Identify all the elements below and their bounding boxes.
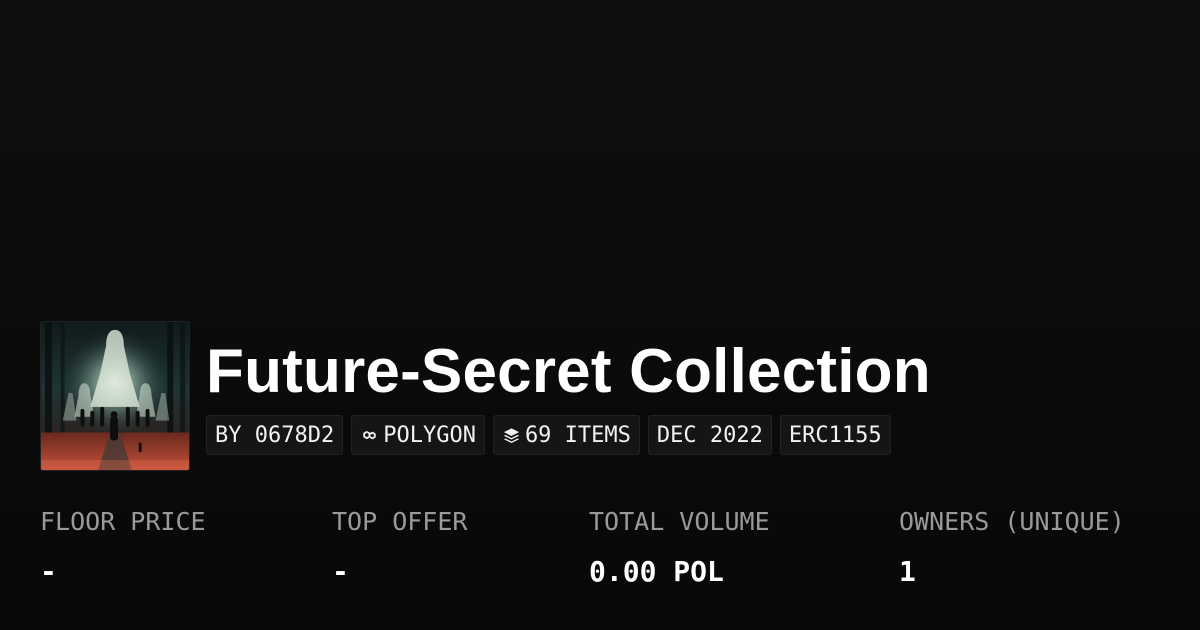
- total-volume-stat: TOTAL VOLUME 0.00 POL: [589, 504, 770, 590]
- total-volume-value: 0.00 POL: [589, 555, 724, 588]
- token-standard-label: ERC1155: [788, 422, 882, 448]
- polygon-icon: [363, 430, 376, 439]
- chain-chip[interactable]: POLYGON: [351, 415, 485, 455]
- chain-label: POLYGON: [383, 422, 476, 448]
- top-offer-stat: TOP OFFER -: [332, 504, 467, 590]
- layers-icon: [503, 427, 520, 443]
- top-offer-value: -: [332, 555, 349, 588]
- floor-price-label: FLOOR PRICE: [40, 507, 206, 536]
- collection-og-card: Future-Secret Collection BY 0678D2 POLYG…: [0, 0, 1200, 630]
- token-standard-chip: ERC1155: [779, 415, 891, 455]
- owners-stat: OWNERS (UNIQUE) 1: [899, 504, 1125, 590]
- collection-artwork: [41, 322, 189, 470]
- items-count-label: 69 ITEMS: [524, 422, 631, 448]
- items-chip[interactable]: 69 ITEMS: [492, 415, 640, 455]
- collection-title: Future-Secret Collection: [206, 337, 931, 406]
- collection-meta-chips: BY 0678D2 POLYGON 69 ITEMS DEC 2022 ERC1…: [206, 415, 891, 455]
- creator-chip[interactable]: BY 0678D2: [206, 415, 344, 455]
- creator-label: BY 0678D2: [215, 422, 335, 448]
- floor-price-stat: FLOOR PRICE -: [40, 504, 206, 590]
- total-volume-label: TOTAL VOLUME: [589, 507, 770, 536]
- date-chip: DEC 2022: [647, 415, 772, 455]
- date-label: DEC 2022: [656, 422, 763, 448]
- collection-thumbnail[interactable]: [40, 321, 190, 471]
- floor-price-value: -: [40, 555, 57, 588]
- owners-value: 1: [899, 555, 916, 588]
- owners-label: OWNERS (UNIQUE): [899, 507, 1125, 536]
- top-offer-label: TOP OFFER: [332, 507, 468, 536]
